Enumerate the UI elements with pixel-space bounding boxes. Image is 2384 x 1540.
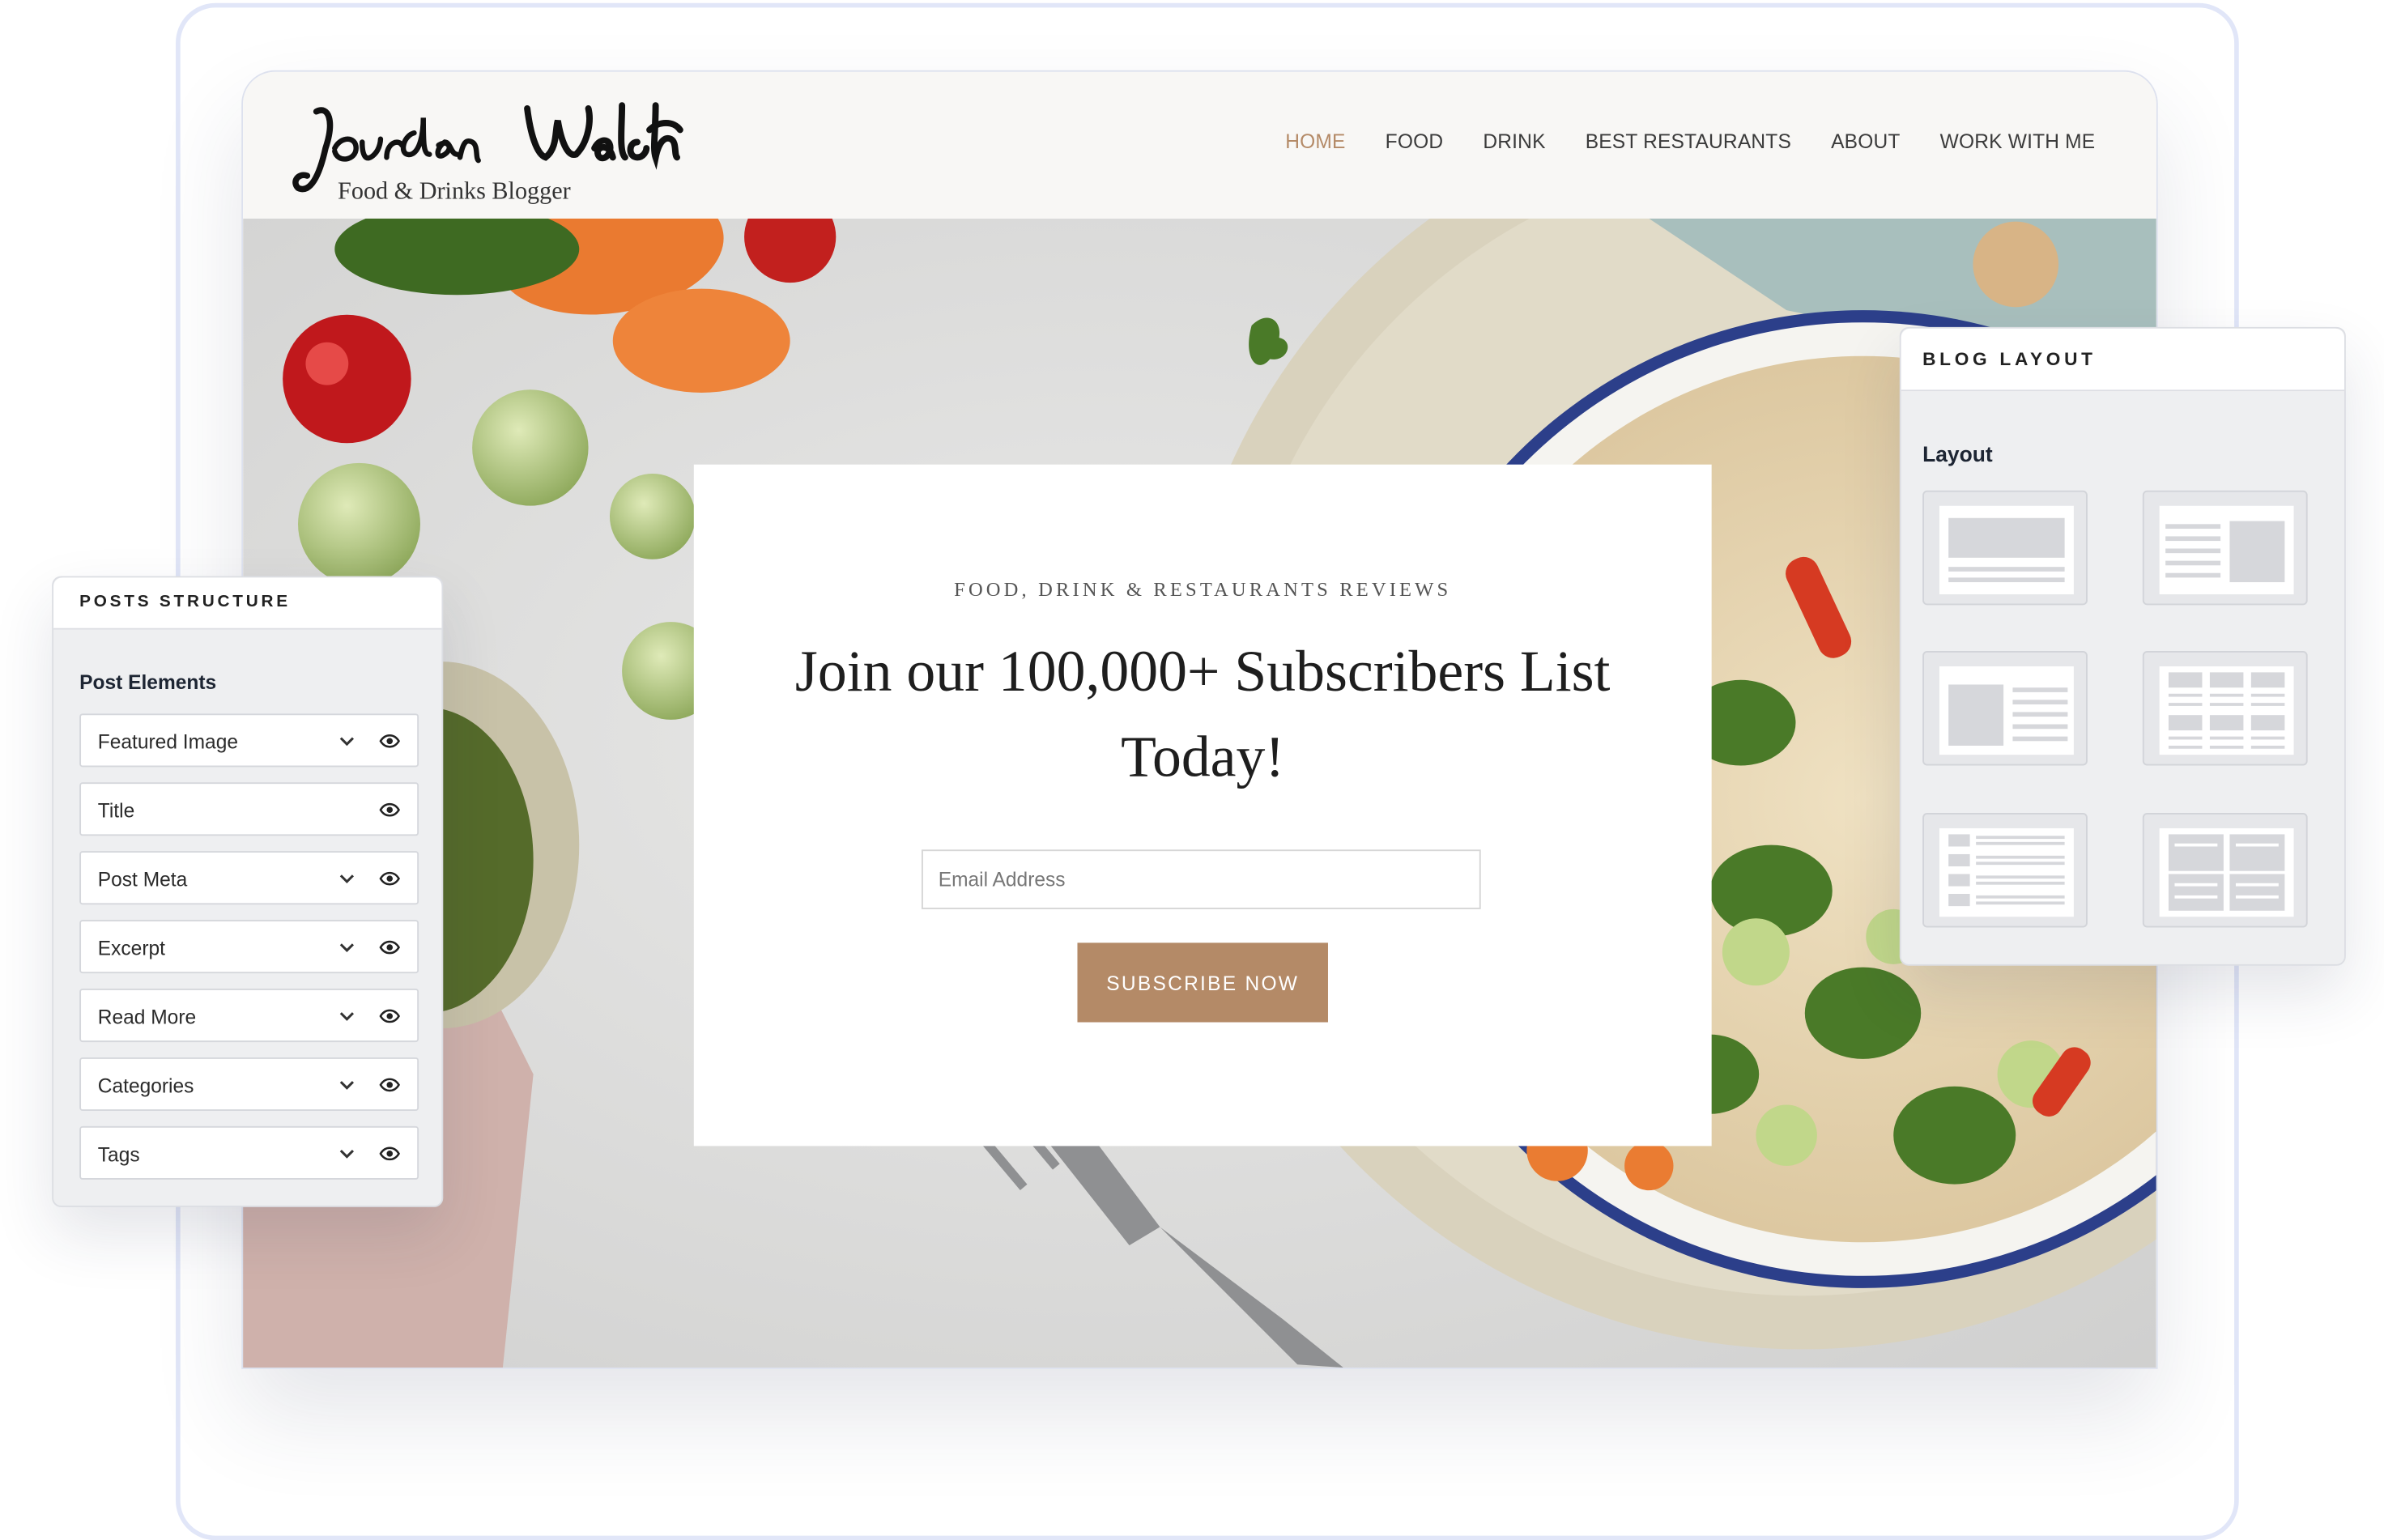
image-right-layout-option[interactable]: [2142, 490, 2308, 606]
site-logo[interactable]: Food & Drinks Blogger: [289, 87, 717, 210]
post-elements-heading: Post Elements: [79, 670, 217, 694]
chevron-down-icon[interactable]: [338, 940, 356, 955]
element-tags[interactable]: Tags: [79, 1125, 419, 1180]
chevron-down-icon[interactable]: [338, 871, 356, 887]
eye-icon[interactable]: [379, 734, 400, 749]
website-preview: Food & Drinks Blogger HOME FOOD DRINK BE…: [241, 70, 2158, 1369]
posts-structure-title: POSTS STRUCTURE: [53, 577, 442, 630]
eye-icon[interactable]: [379, 871, 400, 887]
nav-food[interactable]: FOOD: [1386, 130, 1444, 152]
element-post-meta[interactable]: Post Meta: [79, 851, 419, 905]
element-label: Post Meta: [97, 867, 188, 891]
element-label: Title: [97, 799, 135, 823]
hero-eyebrow: FOOD, DRINK & RESTAURANTS REVIEWS: [954, 577, 1452, 601]
eye-icon[interactable]: [379, 940, 400, 955]
image-right-layout-icon: [2159, 505, 2294, 595]
element-read-more[interactable]: Read More: [79, 989, 419, 1043]
eye-icon[interactable]: [379, 1009, 400, 1024]
posts-structure-panel: POSTS STRUCTURE Post Elements Featured I…: [52, 576, 444, 1207]
nav-work-with-me[interactable]: WORK WITH ME: [1940, 130, 2096, 152]
element-label: Categories: [97, 1074, 194, 1098]
eye-icon[interactable]: [379, 1146, 400, 1161]
nav-drink[interactable]: DRINK: [1483, 130, 1545, 152]
full-width-image-layout-option[interactable]: [1922, 490, 2088, 606]
element-featured-image[interactable]: Featured Image: [79, 713, 419, 768]
list-thumbnails-layout-icon: [1939, 827, 2074, 917]
chevron-down-icon[interactable]: [338, 1146, 356, 1161]
grid-layout-option[interactable]: [2142, 650, 2308, 766]
subscribe-card: FOOD, DRINK & RESTAURANTS REVIEWS Join o…: [693, 464, 1712, 1146]
blog-layout-panel: BLOG LAYOUT Layout: [1899, 326, 2346, 966]
element-label: Excerpt: [97, 936, 165, 960]
image-left-layout-icon: [1939, 666, 2074, 755]
site-header: Food & Drinks Blogger HOME FOOD DRINK BE…: [243, 71, 2156, 219]
post-elements-list: Featured Image Title Post Meta Excerpt R…: [79, 713, 419, 1194]
element-label: Read More: [97, 1005, 197, 1029]
nav-about[interactable]: ABOUT: [1831, 130, 1900, 152]
layout-heading: Layout: [1922, 441, 1993, 466]
element-label: Featured Image: [97, 730, 238, 754]
blog-layout-title: BLOG LAYOUT: [1901, 328, 2344, 392]
two-column-layout-icon: [2159, 827, 2294, 917]
main-nav: HOME FOOD DRINK BEST RESTAURANTS ABOUT W…: [1245, 130, 2095, 152]
image-left-layout-option[interactable]: [1922, 650, 2088, 766]
chevron-down-icon[interactable]: [338, 734, 356, 749]
hero-section: FOOD, DRINK & RESTAURANTS REVIEWS Join o…: [243, 218, 2156, 1368]
element-label: Tags: [97, 1142, 140, 1166]
element-categories[interactable]: Categories: [79, 1057, 419, 1111]
nav-best-restaurants[interactable]: BEST RESTAURANTS: [1586, 130, 1791, 152]
hero-headline: Join our 100,000+ Subscribers List Today…: [794, 640, 1611, 790]
nav-home[interactable]: HOME: [1285, 130, 1345, 152]
subscribe-button[interactable]: SUBSCRIBE NOW: [1077, 942, 1328, 1023]
svg-text:Food & Drinks Blogger: Food & Drinks Blogger: [338, 177, 571, 204]
eye-icon[interactable]: [379, 1077, 400, 1092]
element-title[interactable]: Title: [79, 782, 419, 836]
chevron-down-icon[interactable]: [338, 1077, 356, 1092]
email-input[interactable]: [921, 849, 1481, 909]
full-width-image-layout-icon: [1939, 505, 2074, 595]
list-thumbnails-layout-option[interactable]: [1922, 812, 2088, 928]
two-column-layout-option[interactable]: [2142, 812, 2308, 928]
eye-icon[interactable]: [379, 802, 400, 818]
chevron-down-icon[interactable]: [338, 1009, 356, 1024]
grid-layout-icon: [2159, 666, 2294, 755]
element-excerpt[interactable]: Excerpt: [79, 920, 419, 974]
